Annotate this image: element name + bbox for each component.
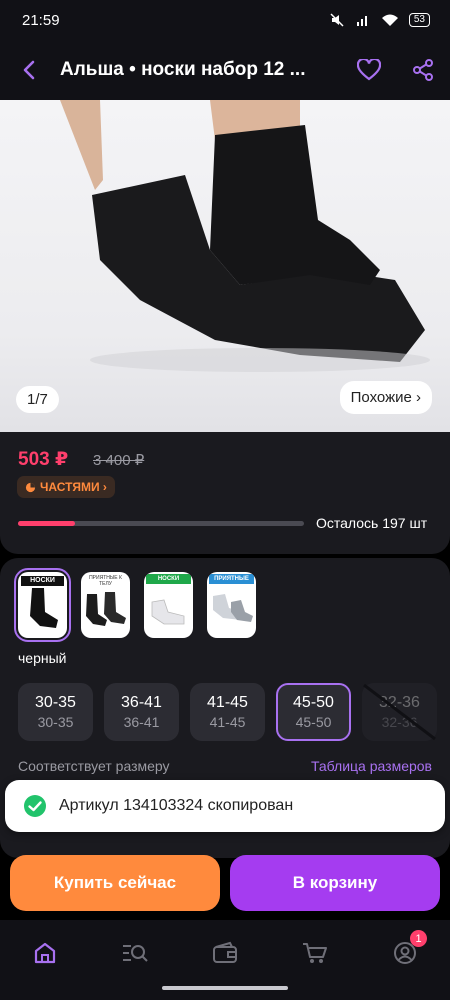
size-option[interactable]: 36-41 36-41: [104, 683, 179, 741]
size-main: 36-41: [121, 694, 162, 711]
nav-wallet[interactable]: [205, 938, 245, 968]
pie-icon: [25, 482, 36, 492]
favorite-button[interactable]: [342, 40, 396, 100]
thumb-caption: ПРИЯТНЫЕ: [209, 574, 254, 584]
counter-total: 7: [39, 391, 48, 408]
size-option[interactable]: 30-35 30-35: [18, 683, 93, 741]
size-main: 45-50: [293, 694, 334, 711]
size-sub: 45-50: [295, 714, 332, 730]
stock-progress: [18, 521, 304, 526]
size-option-unavailable[interactable]: 32-36 32-36: [362, 683, 437, 741]
thumb-caption: ПРИЯТНЫЕ К ТЕЛУ: [89, 575, 122, 587]
status-time: 21:59: [22, 11, 60, 29]
wallet-icon: [213, 941, 237, 963]
copied-toast: Артикул 134103324 скопирован: [5, 780, 445, 832]
old-price: 3 400 ₽: [93, 452, 145, 469]
color-thumb-black[interactable]: НОСКИ: [14, 568, 71, 642]
signal-x-icon: [356, 16, 367, 26]
color-thumb-pair[interactable]: ПРИЯТНЫЕ К ТЕЛУ: [81, 572, 130, 638]
cart-icon: [303, 943, 327, 963]
nav-profile[interactable]: 1: [385, 930, 427, 968]
color-thumb-grey[interactable]: ПРИЯТНЫЕ: [207, 572, 256, 638]
status-bar: 21:59 53: [0, 0, 450, 40]
nav-catalog[interactable]: [115, 938, 155, 968]
size-option-selected[interactable]: 45-50 45-50: [276, 683, 351, 741]
strike-line: [363, 683, 436, 741]
profile-badge: 1: [410, 930, 427, 947]
stock-text: Осталось 197 шт: [316, 515, 428, 531]
mute-icon: [330, 13, 344, 27]
buy-now-button[interactable]: Купить сейчас: [10, 855, 220, 911]
product-header: Альша • носки набор 12 ...: [0, 40, 450, 100]
size-main: 41-45: [207, 694, 248, 711]
color-thumb-white[interactable]: НОСКИ: [144, 572, 193, 638]
home-icon: [34, 942, 56, 964]
fit-text: Соответствует размеру: [18, 758, 170, 774]
size-main: 30-35: [35, 694, 76, 711]
current-price: 503 ₽: [18, 449, 69, 470]
thumb-caption: НОСКИ: [146, 574, 191, 584]
share-icon: [413, 59, 433, 81]
chevron-left-icon: [23, 60, 35, 80]
photo-counter: 1/7: [16, 386, 59, 413]
share-button[interactable]: [396, 40, 450, 100]
similar-button[interactable]: Похожие ›: [339, 381, 432, 414]
color-thumbnails: НОСКИ ПРИЯТНЫЕ К ТЕЛУ НОСКИ ПРИЯТНЫЕ: [14, 568, 256, 642]
installment-label: ЧАСТЯМИ ›: [40, 480, 107, 494]
wifi-icon: [381, 14, 398, 26]
size-selector: 30-35 30-35 36-41 36-41 41-45 41-45 45-5…: [18, 683, 437, 741]
size-sub: 30-35: [37, 714, 74, 730]
installment-button[interactable]: ЧАСТЯМИ ›: [17, 476, 115, 498]
thumb-caption: НОСКИ: [21, 576, 64, 586]
check-circle-icon: [24, 795, 46, 817]
stock-progress-fill: [18, 521, 76, 526]
color-label: черный: [18, 650, 67, 666]
add-to-cart-button[interactable]: В корзину: [230, 855, 440, 911]
size-sub: 41-45: [209, 714, 246, 730]
nav-cart[interactable]: [295, 938, 335, 968]
page-title: Альша • носки набор 12 ...: [60, 59, 306, 80]
price-card: 503 ₽ 3 400 ₽ ЧАСТЯМИ › Осталось 197 шт: [0, 432, 450, 554]
nav-home[interactable]: [25, 938, 65, 968]
home-indicator[interactable]: [162, 986, 288, 990]
heart-icon: [357, 59, 381, 81]
size-table-link[interactable]: Таблица размеров: [311, 758, 432, 774]
battery-icon: 53: [408, 13, 430, 27]
back-button[interactable]: [0, 40, 60, 100]
catalog-search-icon: [123, 945, 148, 962]
status-icons: 53: [329, 12, 430, 28]
size-option[interactable]: 41-45 41-45: [190, 683, 265, 741]
size-sub: 36-41: [123, 714, 160, 730]
toast-message: Артикул 134103324 скопирован: [59, 797, 294, 814]
